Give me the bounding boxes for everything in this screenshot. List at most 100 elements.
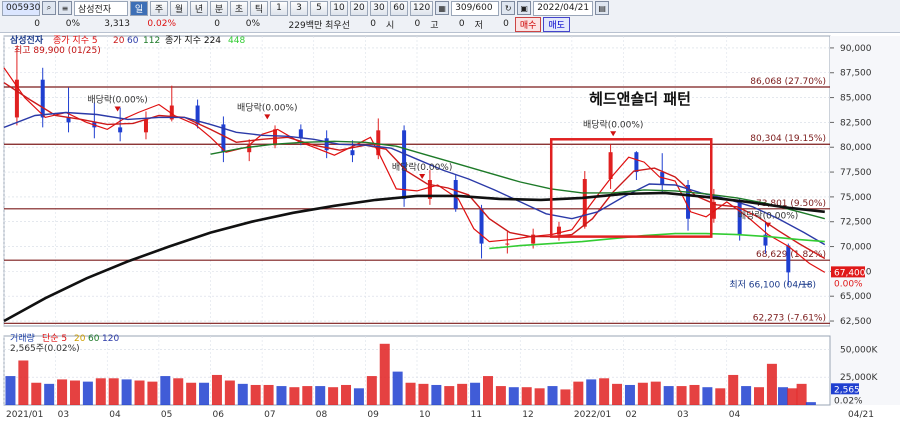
volume-bar xyxy=(586,379,597,405)
volume-bar xyxy=(418,383,429,405)
volume-bar xyxy=(392,371,403,405)
legend-ma448-label: 448 xyxy=(228,36,245,46)
dividend-label: 배당락(0.00%) xyxy=(583,118,643,130)
volume-bar xyxy=(495,386,506,405)
volume-bar xyxy=(31,382,42,405)
volume-bar xyxy=(444,386,455,405)
current-price-label: 67,400 xyxy=(834,268,866,278)
volume-bar xyxy=(353,388,364,405)
volume-bar xyxy=(276,386,287,405)
candle-body xyxy=(40,79,45,118)
volume-current-label: 2,565주(0.02%) xyxy=(10,343,80,354)
x-tick-label: 05 xyxy=(161,410,172,420)
volume-bar xyxy=(315,386,326,405)
volume-bar xyxy=(82,381,93,405)
volume-bar xyxy=(805,402,816,405)
volume-bar xyxy=(521,387,532,405)
support-resistance-label: 68,629 (1.82%) xyxy=(756,250,826,260)
volume-bar xyxy=(637,382,648,405)
x-tick-label: 06 xyxy=(213,410,225,420)
current-change-label: 0.00% xyxy=(834,279,863,289)
stock-chart: 90,000 87,500 85,000 82,500 80,000 77,500 75,0… xyxy=(3,34,900,420)
legend-ma5-label: 종가 지수 5 xyxy=(53,35,98,46)
support-resistance-label: 86,068 (27.70%) xyxy=(750,77,826,87)
volume-bar xyxy=(186,382,197,405)
volume-bar xyxy=(624,384,635,405)
price-tick-label: 80,000 xyxy=(840,143,872,153)
volume-bar xyxy=(676,386,687,405)
legend-volume-label: 거래량 xyxy=(10,332,35,344)
legend-stock-name: 삼성전자 xyxy=(10,34,44,46)
volume-bar xyxy=(199,382,210,405)
price-tick-label: 77,500 xyxy=(840,168,872,178)
candle-body xyxy=(453,180,458,209)
volume-bar xyxy=(778,387,789,405)
legend-vma5-label: 단순 5 xyxy=(42,333,67,344)
volume-bar xyxy=(560,389,571,405)
price-tick-label: 75,000 xyxy=(840,193,872,203)
x-tick-label: 2021/01 xyxy=(6,410,43,420)
volume-bar xyxy=(728,374,739,405)
volume-bar xyxy=(573,381,584,405)
volume-bar xyxy=(599,378,610,405)
candle-body xyxy=(479,208,484,244)
legend-ma112-label: 112 xyxy=(143,36,160,46)
legend-vma60-label: 60 xyxy=(88,334,100,344)
legend-ma60-label: 60 xyxy=(127,36,139,46)
volume-bar xyxy=(715,388,726,405)
volume-bar xyxy=(69,380,80,405)
candle-body xyxy=(582,179,587,227)
volume-bar xyxy=(134,380,145,405)
price-tick-label: 87,500 xyxy=(840,69,872,79)
dividend-label: 배당락(0.00%) xyxy=(738,210,798,222)
legend-vma20-label: 20 xyxy=(74,334,86,344)
volume-bar xyxy=(328,387,339,405)
dividend-label: 배당락(0.00%) xyxy=(237,101,297,113)
volume-bar xyxy=(160,376,171,405)
volume-bar xyxy=(237,383,248,405)
volume-bar xyxy=(796,383,807,405)
x-tick-label: 03 xyxy=(58,410,69,420)
x-axis: 2021/01 03 04 05 06 07 08 09 10 11 12 2022/01 02 03 04… xyxy=(6,410,874,420)
volume-bar xyxy=(482,376,493,405)
dividend-label: 배당락(0.00%) xyxy=(392,161,452,173)
pattern-title: 헤드앤숄더 패턴 xyxy=(589,90,691,108)
volume-bar xyxy=(689,384,700,405)
volume-bar xyxy=(289,387,300,405)
current-volume-change-label: 0.02% xyxy=(834,396,863,406)
x-tick-label: 2022/01 xyxy=(574,410,611,420)
volume-bar xyxy=(457,383,468,405)
price-tick-label: 62,500 xyxy=(840,317,872,327)
candle-body xyxy=(608,152,613,180)
volume-bar xyxy=(5,376,16,405)
volume-bar xyxy=(57,379,68,405)
volume-bar xyxy=(341,384,352,405)
volume-bar xyxy=(766,363,777,405)
volume-bar xyxy=(263,384,274,405)
candle-body xyxy=(118,127,123,133)
volume-pane: 50,000K 25,000K 2,5650.02% xyxy=(3,335,878,406)
x-tick-label: 12 xyxy=(522,410,533,420)
volume-bar xyxy=(612,383,623,405)
price-tick-label: 90,000 xyxy=(840,44,872,54)
candle-body xyxy=(143,119,148,133)
legend-vma120-label: 120 xyxy=(102,334,119,344)
current-volume-label: 2,565 xyxy=(834,385,860,395)
x-tick-label: 10 xyxy=(419,410,431,420)
price-tick-label: 70,000 xyxy=(840,243,872,253)
volume-bar xyxy=(147,381,158,405)
volume-bar xyxy=(121,379,132,405)
x-tick-label: 04 xyxy=(729,410,741,420)
volume-bar xyxy=(431,384,442,405)
volume-bar xyxy=(470,382,481,405)
volume-bar xyxy=(754,387,765,405)
volume-bar xyxy=(379,343,390,405)
volume-bar xyxy=(224,380,235,405)
legend-ma224-label: 종가 지수 224 xyxy=(165,35,221,46)
volume-tick-label: 50,000K xyxy=(840,345,878,355)
support-resistance-label: 80,304 (19.15%) xyxy=(750,134,826,144)
candle-body xyxy=(505,243,510,245)
volume-bar xyxy=(95,378,106,405)
price-tick-label: 82,500 xyxy=(840,118,872,128)
volume-bar xyxy=(534,388,545,405)
